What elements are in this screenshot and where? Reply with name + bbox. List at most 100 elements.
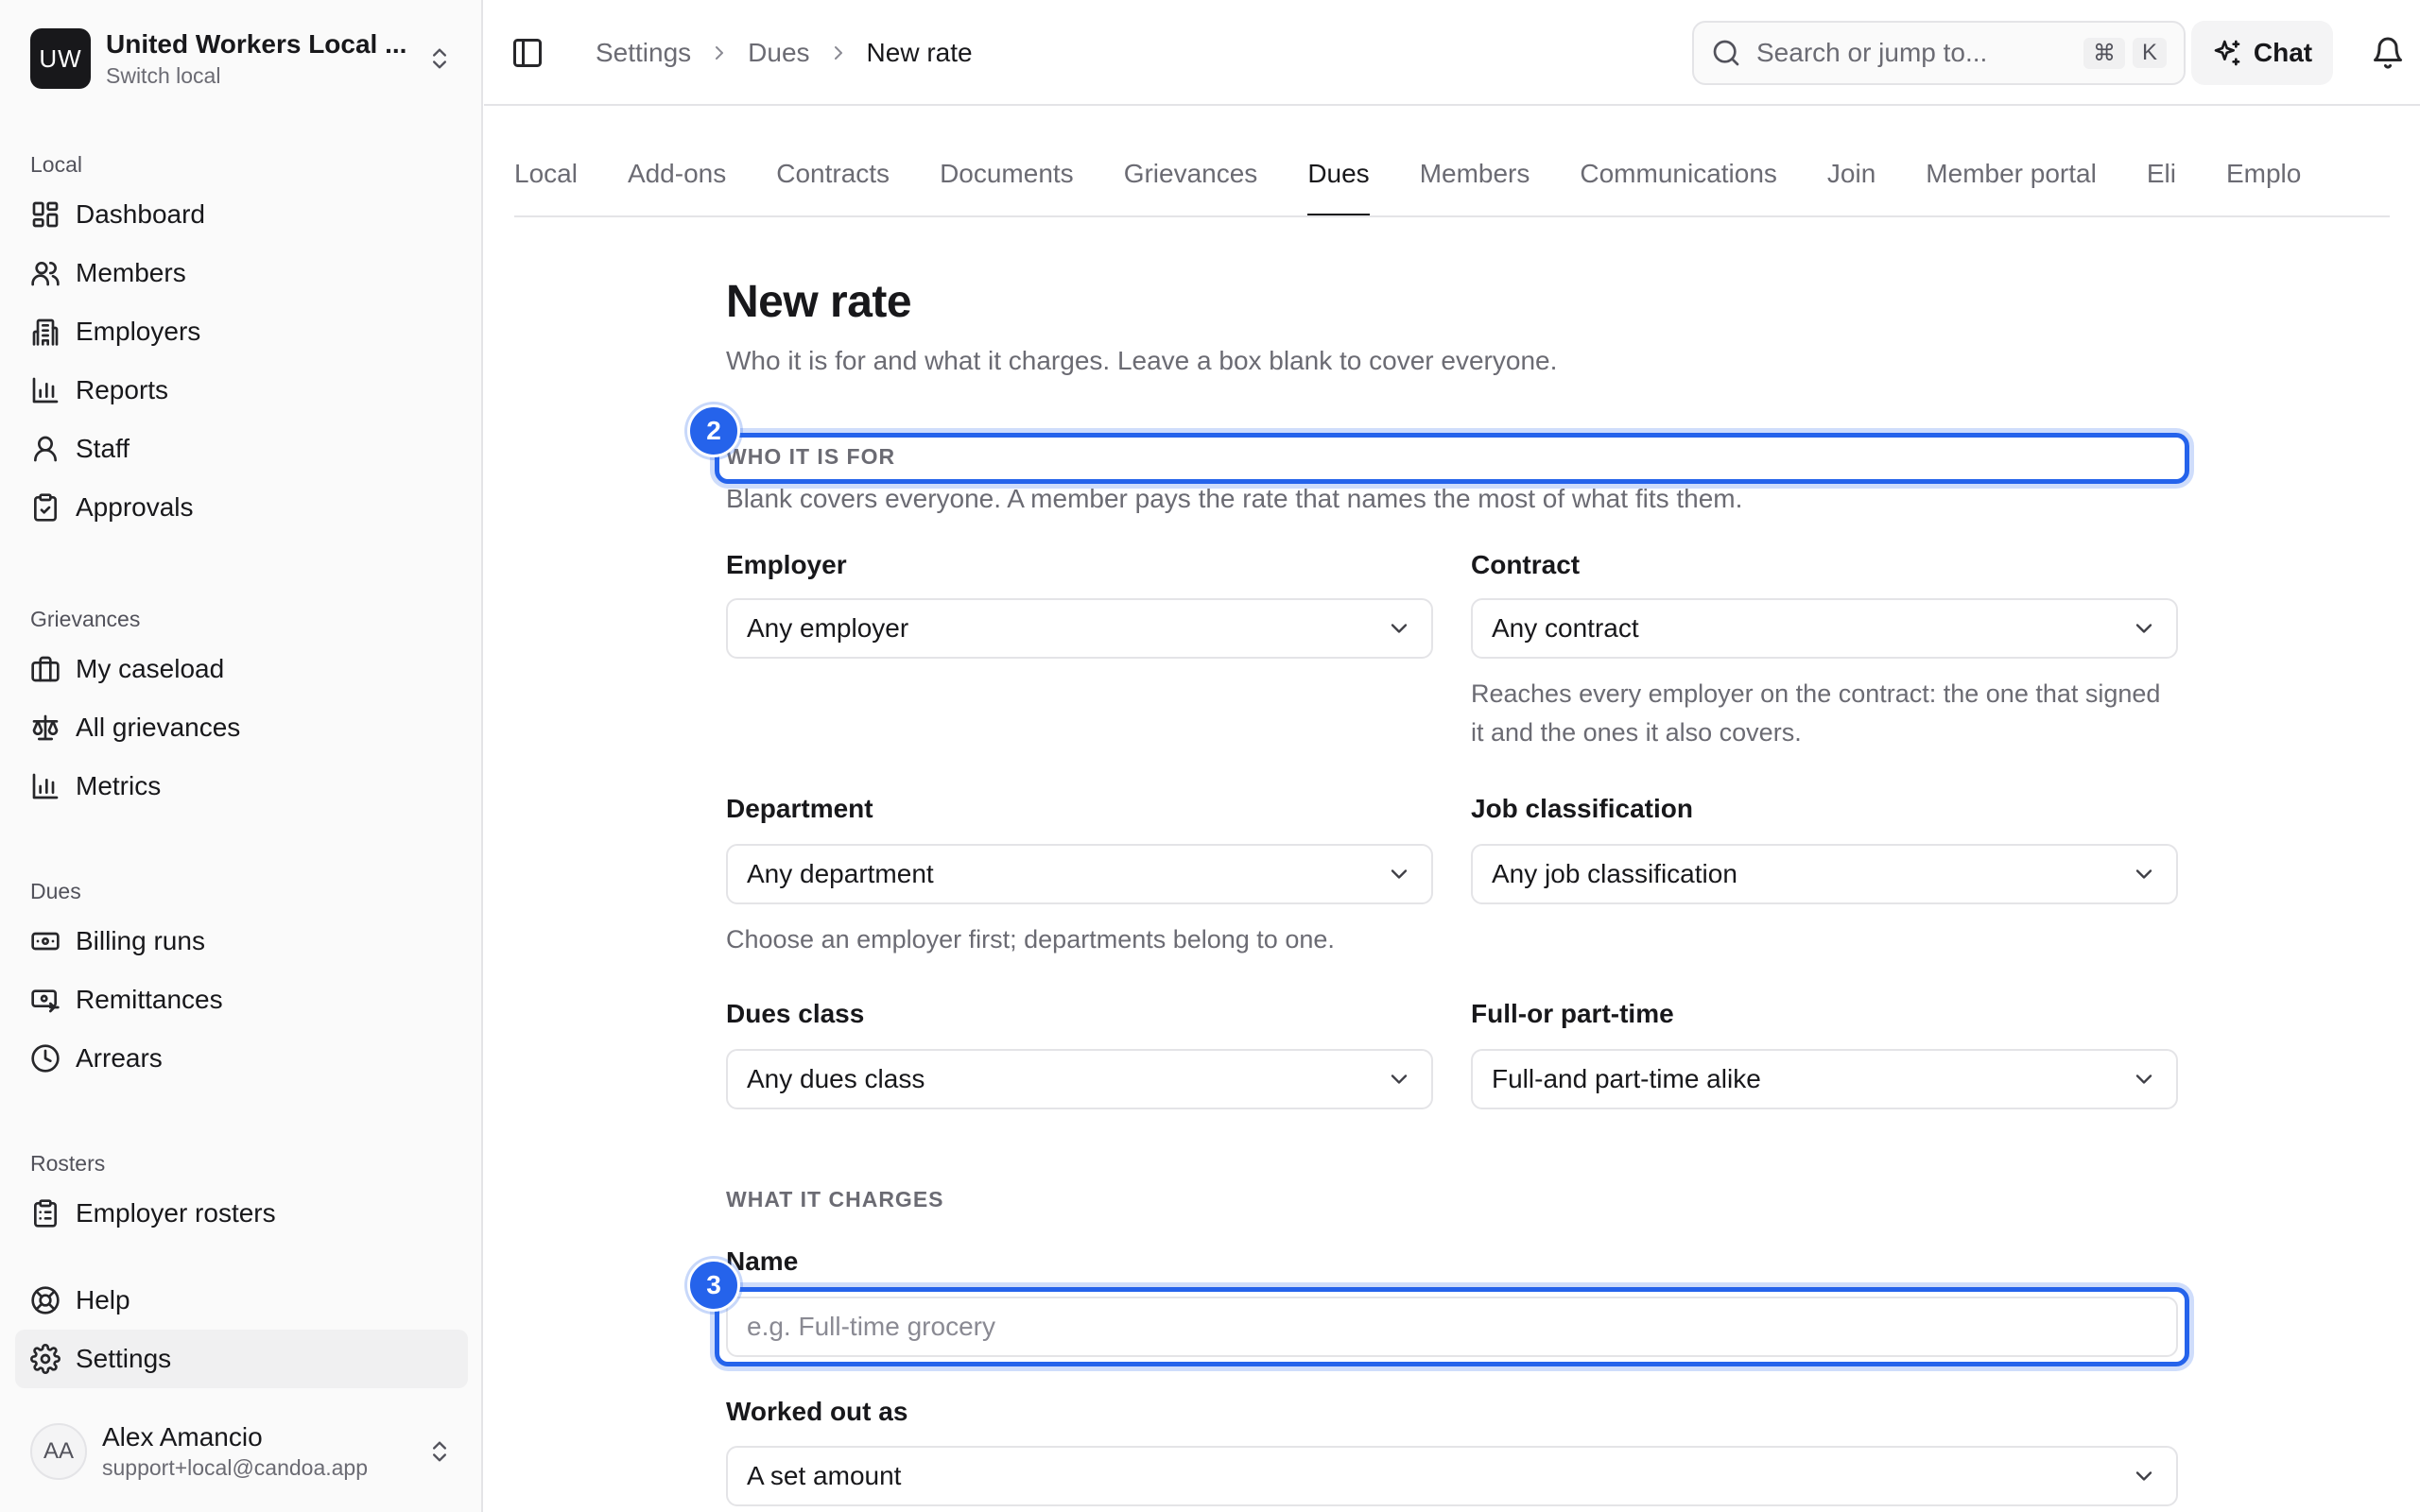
sidebar: UW United Workers Local ... Switch local…: [0, 0, 483, 1512]
org-text: United Workers Local ... Switch local: [106, 27, 415, 90]
chat-label: Chat: [2253, 38, 2313, 67]
employment-type-select[interactable]: Full-and part-time alike: [1471, 1049, 2178, 1109]
user-name: Alex Amancio: [102, 1422, 263, 1452]
worked-out-as-select[interactable]: A set amount: [726, 1446, 2178, 1506]
dues-class-select[interactable]: Any dues class: [726, 1049, 1433, 1109]
chat-button[interactable]: Chat: [2191, 21, 2333, 85]
tab-members[interactable]: Members: [1420, 142, 1530, 215]
tab-member-portal[interactable]: Member portal: [1926, 142, 2097, 215]
sidebar-item-remittances[interactable]: Remittances: [15, 971, 468, 1029]
nav-heading-grievances: Grievances: [30, 607, 141, 631]
breadcrumb-settings[interactable]: Settings: [596, 38, 691, 68]
briefcase-icon: [30, 654, 60, 684]
sidebar-item-label: Settings: [76, 1344, 172, 1373]
sidebar-item-employers[interactable]: Employers: [15, 302, 468, 361]
employer-select-value: Any employer: [747, 613, 909, 643]
contract-help: Reaches every employer on the contract: …: [1471, 679, 2161, 747]
rate-name-input[interactable]: e.g. Full-time grocery: [726, 1297, 2178, 1357]
contract-select-value: Any contract: [1492, 613, 1639, 643]
breadcrumb: Settings Dues New rate: [596, 0, 973, 106]
department-help: Choose an employer first; departments be…: [726, 925, 1335, 954]
bell-icon[interactable]: [2371, 36, 2405, 70]
chevron-down-icon: [2131, 861, 2157, 887]
search-icon: [1711, 38, 1741, 68]
dues-class-label: Dues class: [726, 999, 865, 1028]
org-avatar: UW: [30, 28, 91, 89]
dashboard-icon: [30, 199, 60, 230]
sidebar-item-reports[interactable]: Reports: [15, 361, 468, 420]
tab-dues[interactable]: Dues: [1307, 142, 1371, 215]
dues-class-select-value: Any dues class: [747, 1064, 925, 1093]
org-switch-label: Switch local: [106, 63, 221, 88]
nav-heading-dues: Dues: [30, 879, 81, 903]
sidebar-item-label: Members: [76, 258, 186, 287]
chevron-right-icon: [708, 42, 731, 64]
sparkles-icon: [2212, 38, 2242, 68]
sidebar-item-label: Help: [76, 1285, 130, 1314]
user-menu[interactable]: AA Alex Amancio support+local@candoa.app: [15, 1414, 468, 1489]
search-input[interactable]: Search or jump to... ⌘ K: [1692, 21, 2186, 85]
user-icon: [30, 434, 60, 464]
sidebar-item-dashboard[interactable]: Dashboard: [15, 185, 468, 244]
job-classification-select-value: Any job classification: [1492, 859, 1737, 888]
job-classification-select[interactable]: Any job classification: [1471, 844, 2178, 904]
sidebar-item-all-grievances[interactable]: All grievances: [15, 698, 468, 757]
worked-out-as-label: Worked out as: [726, 1397, 908, 1426]
sidebar-item-approvals[interactable]: Approvals: [15, 478, 468, 537]
department-select[interactable]: Any department: [726, 844, 1433, 904]
nav-section-local: Local Dashboard Members Employers Report…: [15, 147, 468, 537]
sidebar-item-help[interactable]: Help: [15, 1271, 468, 1330]
user-text: Alex Amancio support+local@candoa.app: [102, 1421, 415, 1482]
tab-join[interactable]: Join: [1827, 142, 1876, 215]
new-rate-form: New rate Who it is for and what it charg…: [726, 274, 2178, 378]
worked-out-as-select-value: A set amount: [747, 1461, 902, 1490]
sidebar-item-label: Metrics: [76, 771, 162, 800]
sidebar-toggle-icon[interactable]: [510, 36, 544, 70]
contract-select[interactable]: Any contract: [1471, 598, 2178, 659]
chevron-down-icon: [1386, 861, 1412, 887]
chevron-right-icon: [827, 42, 850, 64]
tab-eli[interactable]: Eli: [2147, 142, 2176, 215]
section-desc-who: Blank covers everyone. A member pays the…: [726, 484, 1743, 513]
employment-type-label: Full-or part-time: [1471, 999, 1674, 1028]
department-select-value: Any department: [747, 859, 934, 888]
sidebar-item-settings[interactable]: Settings: [15, 1330, 468, 1388]
tab-local[interactable]: Local: [514, 142, 578, 215]
chevron-down-icon: [1386, 615, 1412, 642]
employer-select[interactable]: Any employer: [726, 598, 1433, 659]
chevron-down-icon: [2131, 615, 2157, 642]
banknote-icon: [30, 926, 60, 956]
sidebar-item-label: Employers: [76, 317, 201, 346]
tab-contracts[interactable]: Contracts: [776, 142, 890, 215]
sidebar-item-staff[interactable]: Staff: [15, 420, 468, 478]
org-switcher[interactable]: UW United Workers Local ... Switch local: [15, 13, 468, 104]
tab-employers[interactable]: Emplo: [2226, 142, 2301, 215]
sidebar-item-label: All grievances: [76, 713, 241, 742]
shortcut-key-k: K: [2132, 38, 2167, 68]
contract-label: Contract: [1471, 550, 1581, 579]
sidebar-item-arrears[interactable]: Arrears: [15, 1029, 468, 1088]
tab-communications[interactable]: Communications: [1580, 142, 1777, 215]
sidebar-item-metrics[interactable]: Metrics: [15, 757, 468, 816]
tab-grievances[interactable]: Grievances: [1124, 142, 1258, 215]
nav-heading-rosters: Rosters: [30, 1151, 106, 1176]
tab-add-ons[interactable]: Add-ons: [628, 142, 726, 215]
clipboard-list-icon: [30, 1198, 60, 1228]
job-classification-label: Job classification: [1471, 794, 1693, 823]
user-email: support+local@candoa.app: [102, 1455, 369, 1480]
tab-documents[interactable]: Documents: [940, 142, 1074, 215]
settings-tabs: Local Add-ons Contracts Documents Grievances…: [514, 142, 2390, 217]
breadcrumb-dues[interactable]: Dues: [748, 38, 809, 68]
chevron-down-icon: [2131, 1066, 2157, 1092]
chevron-down-icon: [1386, 1066, 1412, 1092]
building-icon: [30, 317, 60, 347]
sidebar-item-members[interactable]: Members: [15, 244, 468, 302]
bar-chart-icon: [30, 771, 60, 801]
employment-type-select-value: Full-and part-time alike: [1492, 1064, 1761, 1093]
step-marker-3: 3: [687, 1259, 740, 1312]
breadcrumb-current: New rate: [866, 38, 973, 67]
sidebar-item-billing-runs[interactable]: Billing runs: [15, 912, 468, 971]
sidebar-item-my-caseload[interactable]: My caseload: [15, 640, 468, 698]
nav-section-grievances: Grievances My caseload All grievances Me…: [15, 602, 468, 816]
sidebar-item-employer-rosters[interactable]: Employer rosters: [15, 1184, 468, 1243]
